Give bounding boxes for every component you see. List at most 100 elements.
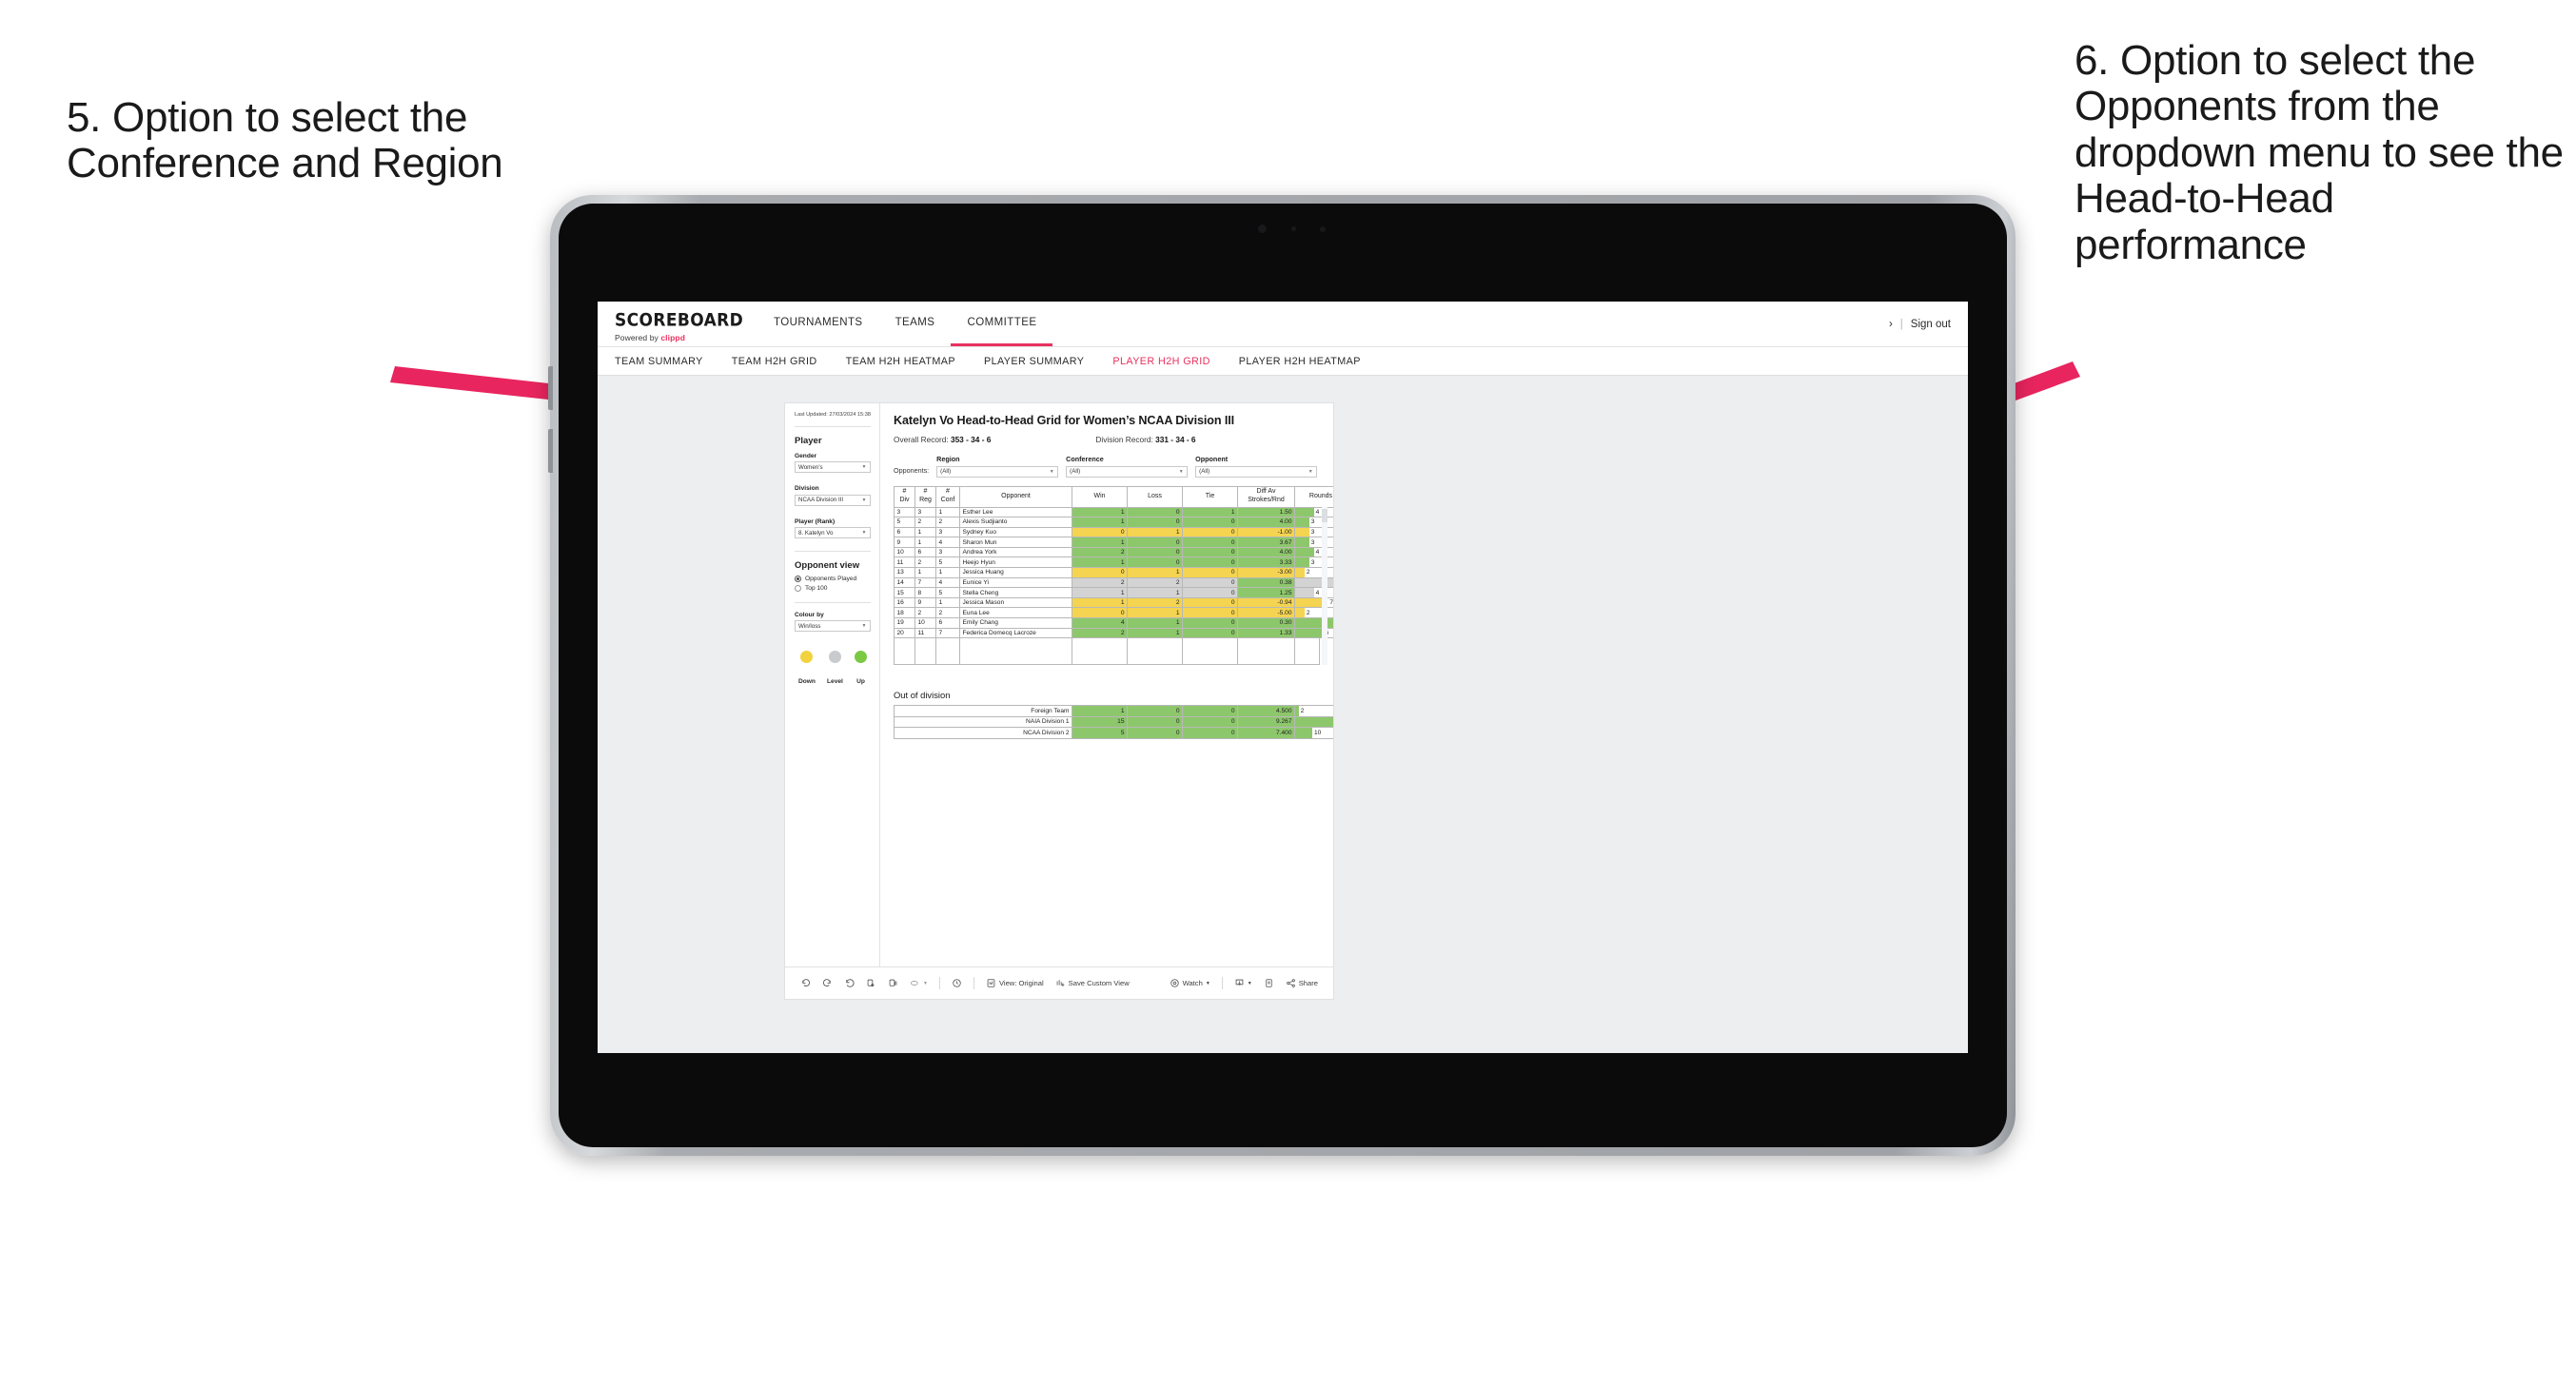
cell-loss: 1: [1127, 526, 1183, 538]
column-header[interactable]: Win: [1072, 485, 1128, 508]
app-logo[interactable]: SCOREBOARD Powered by clippd: [598, 302, 757, 346]
column-header[interactable]: # Div: [894, 485, 915, 508]
table-empty-area: [894, 638, 1320, 666]
tab-team-h2h-grid[interactable]: TEAM H2H GRID: [732, 356, 817, 367]
cell-win: 15: [1072, 715, 1128, 729]
tab-player-h2h-heatmap[interactable]: PLAYER H2H HEATMAP: [1239, 356, 1361, 367]
cell-group-name: NCAA Division 2: [894, 727, 1072, 739]
conference-select[interactable]: (All) ▼: [1066, 465, 1189, 478]
radio-icon: [795, 584, 801, 592]
fullscreen-icon[interactable]: [1264, 978, 1274, 988]
tab-player-summary[interactable]: PLAYER SUMMARY: [984, 356, 1084, 367]
column-header[interactable]: Rounds: [1294, 485, 1333, 508]
cell-loss: 1: [1127, 567, 1183, 578]
out-of-division-row[interactable]: NAIA Division 115009.26730: [894, 715, 1333, 729]
tab-team-h2h-heatmap[interactable]: TEAM H2H HEATMAP: [846, 356, 955, 367]
nav-item-teams[interactable]: TEAMS: [879, 302, 952, 346]
table-row[interactable]: 6 1 3 Sydney Kuo 0 1 0 -1.00 3: [894, 526, 1333, 538]
tab-player-h2h-grid[interactable]: PLAYER H2H GRID: [1112, 356, 1209, 367]
table-row[interactable]: 19106Emily Chang4100.3011: [894, 617, 1333, 629]
division-field: Division NCAA Division III ▼: [795, 485, 871, 506]
redo-icon[interactable]: [822, 978, 833, 988]
cell-diff: 9.267: [1237, 715, 1295, 729]
cell-win: 2: [1072, 576, 1128, 589]
cell-conf: 6: [935, 617, 960, 629]
column-header[interactable]: Opponent: [959, 485, 1072, 508]
table-row[interactable]: 1474Eunice Yi2200.389: [894, 576, 1333, 589]
table-row[interactable]: 15 8 5 Stella Cheng 1 1 0 1.25 4: [894, 587, 1333, 598]
nav-item-committee[interactable]: COMMITTEE: [951, 302, 1053, 346]
dashboard-canvas: Last Updated: 27/03/2024 15:38 Player Ge…: [598, 376, 1968, 1053]
legend-dot-down: [800, 651, 814, 664]
cell-rounds: 2: [1294, 705, 1333, 717]
cell-group-name: Foreign Team: [894, 705, 1072, 717]
page-title: Katelyn Vo Head-to-Head Grid for Women’s…: [894, 414, 1235, 427]
table-scrollbar-thumb[interactable]: [1322, 508, 1327, 522]
radio-label: Top 100: [805, 584, 828, 592]
radio-top-100[interactable]: Top 100: [795, 584, 871, 592]
radio-opponents-played[interactable]: Opponents Played: [795, 576, 871, 583]
chevron-down-icon: ▼: [1049, 468, 1054, 475]
out-of-division-row[interactable]: Foreign Team 1 0 0 4.500 2: [894, 705, 1333, 717]
opponent-value: (All): [1199, 468, 1210, 475]
table-row[interactable]: 9 1 4 Sharon Mun 1 0 0 3.67 3: [894, 537, 1333, 548]
column-header[interactable]: Loss: [1127, 485, 1183, 508]
annotation-right: 6. Option to select the Opponents from t…: [2075, 37, 2564, 268]
cell-diff: -3.00: [1237, 567, 1295, 578]
cell-loss: 1: [1127, 607, 1183, 619]
cell-conf: 1: [935, 596, 960, 609]
share-button[interactable]: Share: [1286, 978, 1333, 988]
volume-down-button[interactable]: [548, 429, 553, 473]
nav-item-tournaments[interactable]: TOURNAMENTS: [757, 302, 879, 346]
column-header[interactable]: # Conf: [935, 485, 960, 508]
cell-div: 13: [894, 567, 915, 578]
division-select[interactable]: NCAA Division III ▼: [795, 494, 871, 506]
legend-item-down: Down: [798, 651, 816, 688]
pause-icon[interactable]: [888, 978, 898, 988]
opponent-select[interactable]: (All) ▼: [1195, 465, 1318, 478]
cell-loss: 0: [1127, 556, 1183, 569]
cell-win: 0: [1072, 526, 1128, 538]
gender-select[interactable]: Women’s ▼: [795, 461, 871, 474]
table-row[interactable]: 3 3 1 Esther Lee 1 0 1 1.50 4: [894, 506, 1333, 518]
table-row[interactable]: 20117Federica Domecq Lacroze2101.336: [894, 627, 1333, 639]
cell-reg: 2: [914, 517, 936, 528]
refresh-icon[interactable]: [866, 978, 876, 988]
region-select[interactable]: (All) ▼: [936, 465, 1059, 478]
out-of-division-row[interactable]: NCAA Division 2 5 0 0 7.400 10: [894, 727, 1333, 739]
cell-tie: 0: [1182, 587, 1238, 598]
cell-conf: 2: [935, 517, 960, 528]
clock-icon[interactable]: [952, 978, 962, 988]
column-header[interactable]: Tie: [1182, 485, 1238, 508]
save-custom-view-button[interactable]: Save Custom View: [1055, 978, 1130, 988]
table-row[interactable]: 10 6 3 Andrea York 2 0 0 4.00 4: [894, 546, 1333, 558]
table-row[interactable]: 5 2 2 Alexis Sudjianto 1 0 0 4.00 3: [894, 517, 1333, 528]
share-label: Share: [1298, 979, 1318, 987]
cell-tie: 0: [1182, 537, 1238, 548]
cell-rounds: 10: [1294, 727, 1333, 739]
table-row[interactable]: 13 1 1 Jessica Huang 0 1 0 -3.00 2: [894, 567, 1333, 578]
cell-diff: 0.38: [1237, 576, 1295, 589]
divider: [938, 977, 940, 989]
column-header[interactable]: # Reg: [914, 485, 936, 508]
cell-loss: 0: [1127, 705, 1183, 717]
table-row[interactable]: 11 2 5 Heejo Hyun 1 0 0 3.33 3: [894, 556, 1333, 569]
volume-up-button[interactable]: [548, 366, 553, 410]
watch-button[interactable]: Watch ▼: [1170, 978, 1210, 988]
view-original-button[interactable]: View: Original: [986, 978, 1044, 988]
highlight-icon[interactable]: ▼: [910, 978, 928, 988]
player-rank-select[interactable]: 8. Katelyn Vo ▼: [795, 527, 871, 539]
chevron-right-icon[interactable]: ›: [1889, 319, 1893, 330]
column-header[interactable]: Diff Av Strokes/Rnd: [1237, 485, 1295, 508]
table-row[interactable]: 18 2 2 Euna Lee 0 1 0 -5.00 2: [894, 607, 1333, 619]
colour-by-select[interactable]: Win/loss ▼: [795, 620, 871, 633]
player-section-heading: Player: [795, 435, 822, 446]
mic-icon: [1320, 226, 1326, 232]
undo-icon[interactable]: [800, 978, 811, 988]
revert-icon[interactable]: [844, 978, 855, 988]
download-icon[interactable]: ▼: [1234, 978, 1252, 988]
sign-out-link[interactable]: Sign out: [1911, 319, 1951, 330]
table-scrollbar-track[interactable]: [1322, 506, 1327, 666]
table-row[interactable]: 16 9 1 Jessica Mason 1 2 0 -0.94 7: [894, 596, 1333, 609]
tab-team-summary[interactable]: TEAM SUMMARY: [615, 356, 703, 367]
